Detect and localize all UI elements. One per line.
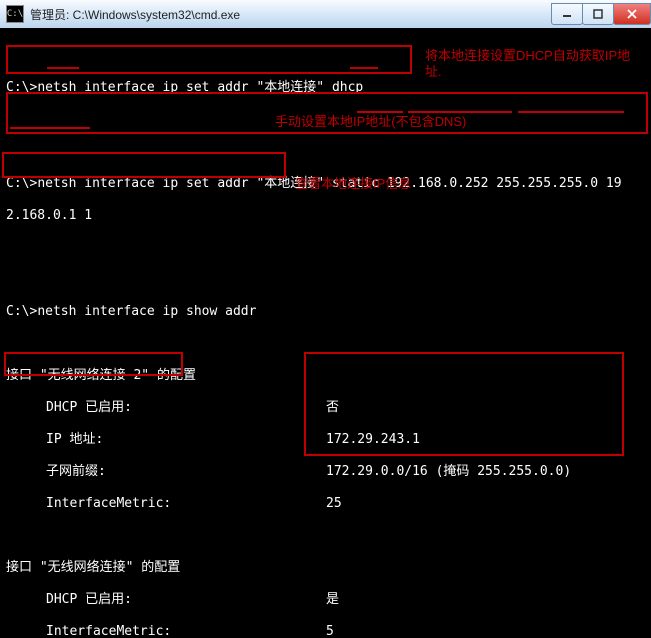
window-title: 管理员: C:\Windows\system32\cmd.exe (30, 6, 240, 23)
maximize-button[interactable] (582, 3, 614, 25)
close-icon (627, 9, 637, 19)
command-3: netsh interface ip show addr (37, 304, 256, 319)
ip-label: IP 地址: (46, 432, 326, 448)
dhcp-value: 是 (326, 592, 339, 608)
minimize-button[interactable] (551, 3, 583, 25)
minimize-icon (562, 9, 572, 19)
ip-value: 172.29.243.1 (326, 432, 420, 448)
prompt: C:\> (6, 80, 37, 95)
window-buttons (552, 3, 651, 25)
metric-value: 5 (326, 624, 334, 638)
interface-header-1: 接口 "无线网络连接 2" 的配置 (6, 368, 196, 383)
command-2b: 2.168.0.1 1 (6, 208, 92, 223)
cmd-icon: C:\ (6, 5, 24, 23)
metric-label: InterfaceMetric: (46, 624, 326, 638)
prompt: C:\> (6, 304, 37, 319)
metric-label: InterfaceMetric: (46, 496, 326, 512)
command-1: netsh interface ip set addr "本地连接" dhcp (37, 80, 363, 95)
subnet-value: 172.29.0.0/16 (掩码 255.255.0.0) (326, 464, 571, 480)
interface-header-2: 接口 "无线网络连接" 的配置 (6, 560, 180, 575)
titlebar[interactable]: C:\ 管理员: C:\Windows\system32\cmd.exe (0, 0, 651, 29)
dhcp-value: 否 (326, 400, 339, 416)
command-2a: netsh interface ip set addr "本地连接" stati… (37, 176, 621, 191)
dhcp-label: DHCP 已启用: (46, 400, 326, 416)
subnet-label: 子网前缀: (46, 464, 326, 480)
cmd-window: C:\ 管理员: C:\Windows\system32\cmd.exe C:\… (0, 0, 651, 638)
metric-value: 25 (326, 496, 342, 512)
close-button[interactable] (613, 3, 651, 25)
terminal-output[interactable]: C:\>netsh interface ip set addr "本地连接" d… (0, 28, 651, 638)
maximize-icon (593, 9, 603, 19)
prompt: C:\> (6, 176, 37, 191)
dhcp-label: DHCP 已启用: (46, 592, 326, 608)
